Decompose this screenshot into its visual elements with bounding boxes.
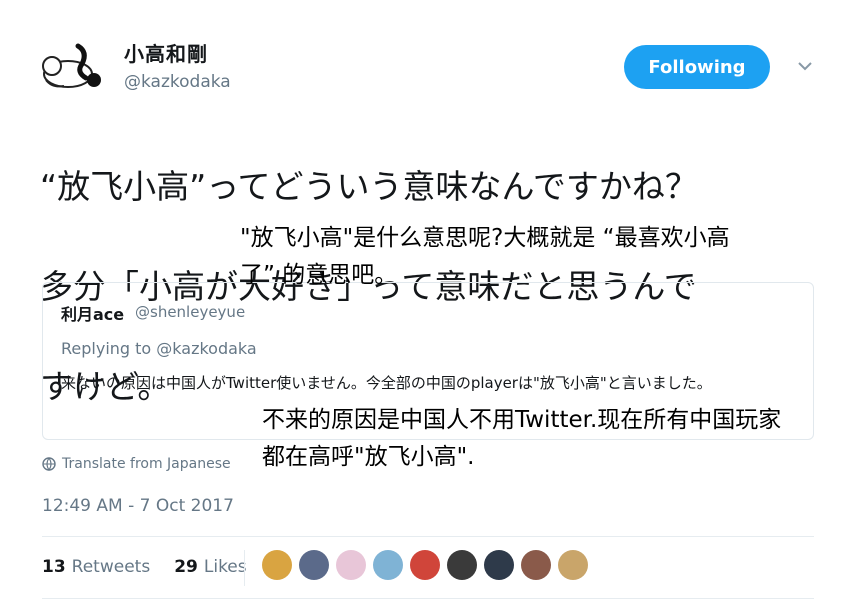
translate-label: Translate from Japanese (62, 456, 231, 472)
quoted-author-handle: @shenleyeyue (135, 303, 246, 321)
liker-avatar[interactable] (521, 550, 551, 580)
likers-avatar-list (262, 550, 588, 580)
liker-avatar[interactable] (336, 550, 366, 580)
likes-count[interactable]: 29 (174, 557, 198, 577)
following-button[interactable]: Following (624, 45, 770, 89)
translate-link[interactable]: Translate from Japanese (42, 456, 231, 472)
retweets-label[interactable]: Retweets (72, 557, 151, 577)
liker-avatar[interactable] (447, 550, 477, 580)
author-handle[interactable]: @kazkodaka (124, 72, 231, 92)
liker-avatar[interactable] (410, 550, 440, 580)
tweet-text-line: “放飞小高”ってどういう意味なんですかね？ (40, 167, 698, 206)
globe-icon (42, 457, 56, 471)
subtitle-tweet-translation: "放飞小高"是什么意思呢?大概就是 “最喜欢小高了” 的意思吧。 (240, 225, 730, 288)
quoted-author-name: 利月ace (61, 305, 125, 324)
liker-avatar[interactable] (484, 550, 514, 580)
chevron-down-icon[interactable] (795, 56, 815, 76)
liker-avatar[interactable] (558, 550, 588, 580)
author-avatar[interactable] (38, 36, 110, 96)
divider (42, 598, 814, 599)
retweets-count[interactable]: 13 (42, 557, 66, 577)
tweet-timestamp[interactable]: 12:49 AM - 7 Oct 2017 (42, 496, 234, 516)
subtitle-quote-translation: 不来的原因是中国人不用Twitter.现在所有中国玩家都在高呼"放飞小高". (262, 407, 782, 470)
replying-to-label: Replying to @kazkodaka (61, 339, 257, 358)
quoted-tweet-text: 来ないの原因は中国人がTwitter使いません。今全部の中国のplayerは"放… (61, 374, 712, 392)
divider (42, 536, 814, 537)
author-display-name[interactable]: 小高和剛 (124, 38, 208, 67)
liker-avatar[interactable] (373, 550, 403, 580)
tweet-stats: 13 Retweets 29 Likes (42, 557, 247, 577)
liker-avatar[interactable] (262, 550, 292, 580)
liker-avatar[interactable] (299, 550, 329, 580)
likes-label[interactable]: Likes (204, 557, 247, 577)
stats-separator (244, 550, 245, 586)
